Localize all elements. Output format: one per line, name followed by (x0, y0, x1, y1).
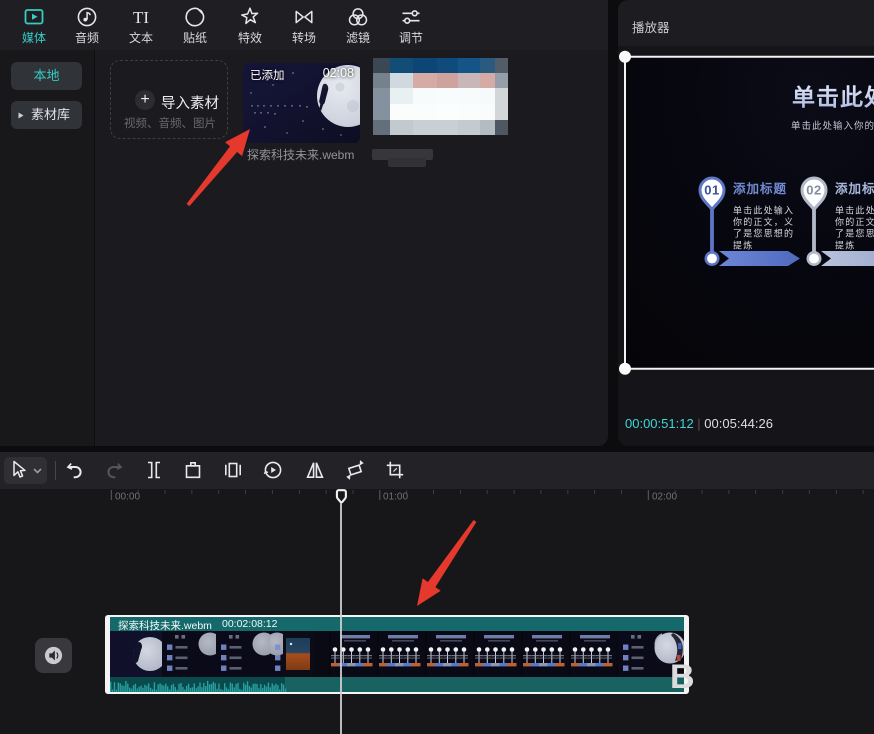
svg-text:02:00: 02:00 (652, 492, 677, 503)
svg-text:00:00: 00:00 (115, 492, 140, 503)
svg-text:B: B (670, 658, 695, 696)
